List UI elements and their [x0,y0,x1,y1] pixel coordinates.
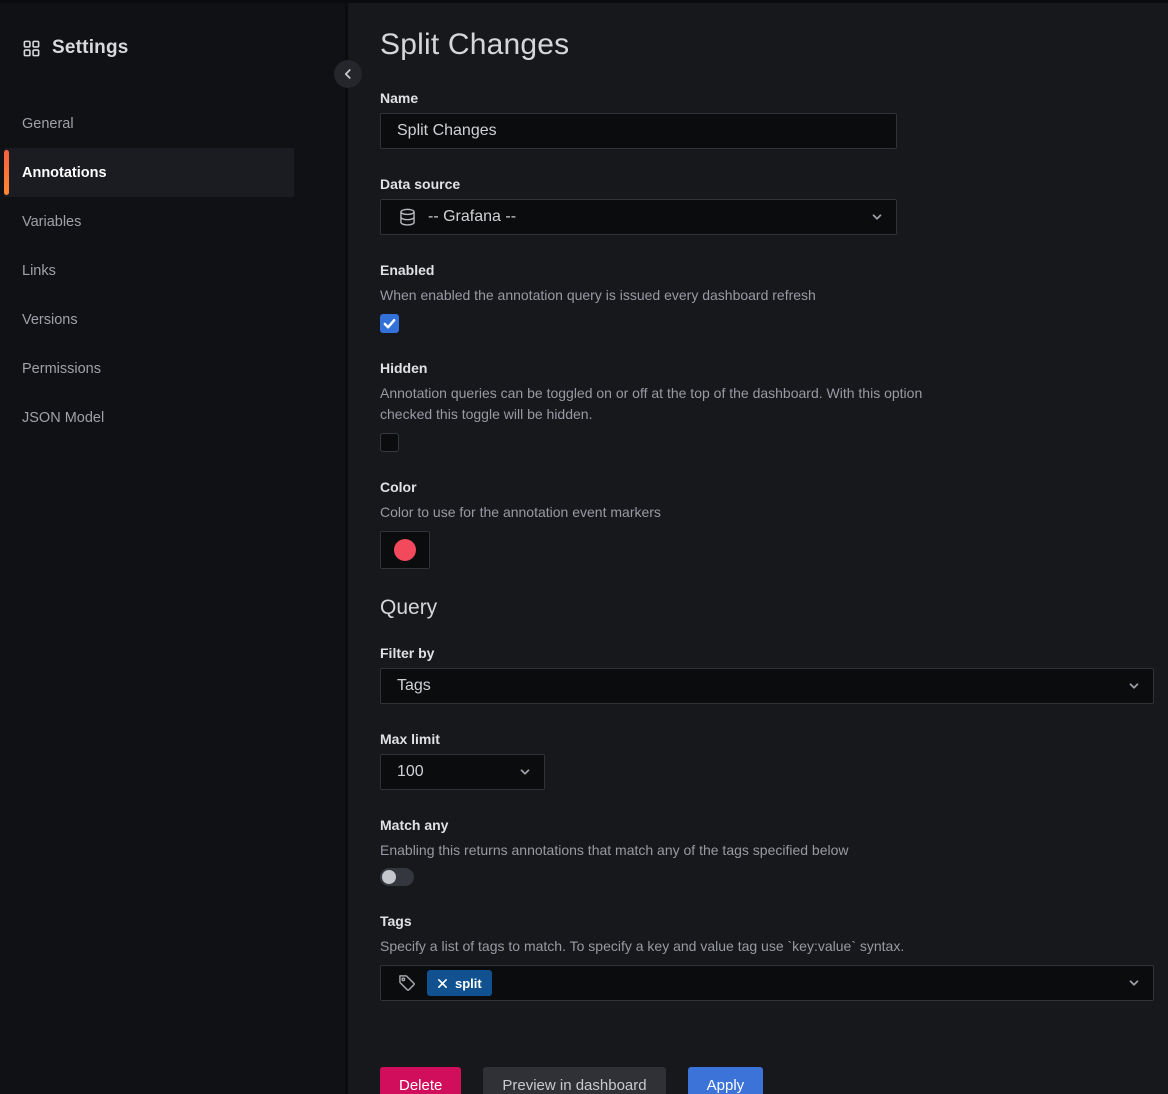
query-section-title: Query [380,596,1154,620]
tags-description: Specify a list of tags to match. To spec… [380,936,1154,958]
filter-by-value: Tags [397,677,431,695]
tags-field-group: Tags Specify a list of tags to match. To… [380,913,1154,1001]
page-title: Split Changes [380,28,1154,62]
chevron-down-icon [1127,976,1141,990]
data-source-select[interactable]: -- Grafana -- [380,199,897,235]
data-source-label: Data source [380,176,1154,192]
tag-icon [397,973,417,993]
enabled-checkbox[interactable] [380,314,399,333]
window-top-edge [0,0,1168,3]
check-icon [382,316,397,331]
enabled-label: Enabled [380,262,1154,278]
color-description: Color to use for the annotation event ma… [380,502,1154,524]
tags-input[interactable]: split [380,965,1154,1001]
enabled-description: When enabled the annotation query is iss… [380,285,1154,307]
sidebar-item-permissions[interactable]: Permissions [4,344,294,393]
apps-grid-icon [22,39,41,58]
database-icon [397,207,418,228]
hidden-label: Hidden [380,360,1154,376]
toggle-knob [382,870,396,884]
tag-pill-label: split [455,976,482,991]
settings-header: Settings [0,37,345,59]
sidebar-item-general[interactable]: General [4,99,294,148]
sidebar-item-versions[interactable]: Versions [4,295,294,344]
match-any-field-group: Match any Enabling this returns annotati… [380,817,1154,887]
color-field-group: Color Color to use for the annotation ev… [380,479,1154,569]
tags-label: Tags [380,913,1154,929]
filter-by-field-group: Filter by Tags [380,645,1154,704]
chevron-left-icon [341,67,355,81]
max-limit-field-group: Max limit 100 [380,731,1154,790]
color-swatch-circle [394,539,416,561]
settings-sidebar: Settings General Annotations Variables L… [0,0,348,1094]
match-any-description: Enabling this returns annotations that m… [380,840,1154,862]
match-any-label: Match any [380,817,1154,833]
hidden-checkbox[interactable] [380,433,399,452]
filter-by-label: Filter by [380,645,1154,661]
sidebar-item-variables[interactable]: Variables [4,197,294,246]
sidebar-item-annotations[interactable]: Annotations [4,148,294,197]
sidebar-item-json-model[interactable]: JSON Model [4,393,294,442]
name-field-group: Name [380,90,1154,149]
remove-tag-icon[interactable] [437,978,448,989]
annotation-edit-panel: Split Changes Name Data source -- Grafan… [348,0,1168,1094]
hidden-description: Annotation queries can be toggled on or … [380,383,958,426]
collapse-sidebar-button[interactable] [334,60,362,88]
action-buttons-row: Delete Preview in dashboard Apply [380,1067,1154,1094]
chevron-down-icon [518,765,532,779]
color-label: Color [380,479,1154,495]
chevron-down-icon [1127,679,1141,693]
delete-button[interactable]: Delete [380,1067,461,1094]
tag-pill-split[interactable]: split [427,970,492,996]
preview-in-dashboard-button[interactable]: Preview in dashboard [483,1067,665,1094]
sidebar-item-links[interactable]: Links [4,246,294,295]
chevron-down-icon [870,210,884,224]
max-limit-value: 100 [397,763,424,781]
data-source-field-group: Data source -- Grafana -- [380,176,1154,235]
apply-button[interactable]: Apply [688,1067,764,1094]
color-picker-button[interactable] [380,531,430,569]
settings-title: Settings [52,37,129,59]
filter-by-select[interactable]: Tags [380,668,1154,704]
dashboard-settings-page: Settings General Annotations Variables L… [0,0,1168,1094]
name-label: Name [380,90,1154,106]
match-any-toggle[interactable] [380,868,414,886]
settings-nav: General Annotations Variables Links Vers… [0,99,345,442]
hidden-field-group: Hidden Annotation queries can be toggled… [380,360,1154,452]
name-input[interactable] [380,113,897,149]
enabled-field-group: Enabled When enabled the annotation quer… [380,262,1154,333]
max-limit-select[interactable]: 100 [380,754,545,790]
data-source-value: -- Grafana -- [428,208,516,226]
max-limit-label: Max limit [380,731,1154,747]
